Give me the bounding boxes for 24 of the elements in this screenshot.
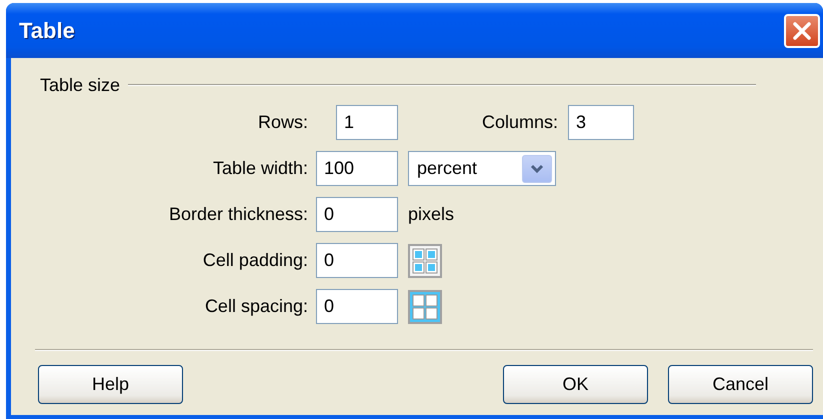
- input-field[interactable]: 1: [336, 105, 398, 140]
- field-label: Columns:: [480, 112, 558, 133]
- input-field[interactable]: 0: [316, 197, 398, 232]
- padding-grid-icon: [408, 244, 442, 278]
- spacing-grid-icon: [408, 290, 442, 324]
- field-label: Rows:: [256, 112, 308, 133]
- input-field[interactable]: 100: [316, 151, 398, 186]
- dropdown-value: percent: [417, 158, 478, 179]
- close-button[interactable]: [784, 14, 820, 48]
- field-label: Table width:: [212, 158, 308, 179]
- dialog-button[interactable]: Help: [38, 365, 183, 404]
- close-icon: [792, 20, 812, 40]
- dialog-button[interactable]: OK: [503, 365, 648, 404]
- field-label: Cell spacing:: [204, 296, 308, 317]
- dialog-button[interactable]: Cancel: [668, 365, 813, 404]
- input-field[interactable]: 0: [316, 243, 398, 278]
- group-label: Table size: [40, 74, 120, 96]
- input-field[interactable]: 0: [316, 289, 398, 324]
- unit-dropdown[interactable]: percent: [408, 151, 556, 186]
- field-label: Border thickness:: [168, 204, 308, 225]
- input-field[interactable]: 3: [568, 105, 634, 140]
- field-label: Cell padding:: [202, 250, 308, 271]
- unit-label: pixels: [408, 204, 454, 225]
- window-title: Table: [19, 18, 75, 44]
